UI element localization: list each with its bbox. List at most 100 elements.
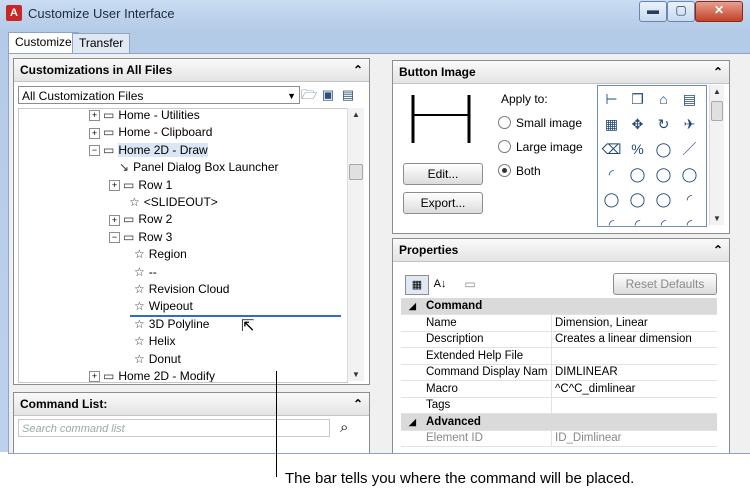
move-icon[interactable]: ✥ — [626, 113, 649, 136]
tree-item[interactable]: ☆ Region — [134, 246, 187, 263]
dimension-icon[interactable]: ⊢ — [600, 88, 623, 111]
tree-item[interactable]: ☆ Donut — [134, 351, 181, 368]
scroll-up-icon[interactable]: ▲ — [710, 87, 724, 96]
collapse-chevron-icon[interactable]: ⌃ — [353, 393, 363, 415]
array-icon[interactable]: ▦ — [600, 113, 623, 136]
alphabetical-sort-icon[interactable]: A↓ — [429, 275, 451, 293]
circle-icon[interactable]: ◯ — [678, 163, 701, 186]
property-row[interactable]: Macro ^C^C_dimlinear — [401, 380, 717, 398]
tree-scrollbar[interactable]: ▲ ▼ — [347, 108, 364, 381]
expand-icon[interactable]: + — [89, 371, 100, 382]
collapse-icon[interactable]: − — [109, 232, 120, 244]
circle-icon[interactable]: ◯ — [626, 163, 649, 186]
scroll-thumb[interactable] — [349, 164, 363, 180]
small-image-radio[interactable]: Small image — [498, 116, 582, 130]
property-name: Command — [426, 300, 483, 312]
camera-icon[interactable]: ⌂ — [652, 88, 675, 111]
close-button[interactable]: ✕ — [695, 1, 743, 22]
property-value[interactable]: ^C^C_dimlinear — [551, 380, 721, 397]
export-button[interactable]: Export... — [403, 192, 483, 214]
tree-item-label: Panel Dialog Box Launcher — [133, 160, 279, 175]
tree-item[interactable]: + ▭ Row 2 — [109, 211, 172, 228]
collapse-category-icon[interactable]: ◢ — [409, 298, 416, 314]
scroll-down-icon[interactable]: ▼ — [348, 370, 364, 379]
line-icon[interactable]: ／ — [678, 138, 701, 161]
expand-icon[interactable]: + — [89, 110, 100, 122]
plane-icon[interactable]: ✈ — [678, 113, 701, 136]
save-as-icon[interactable]: ▤ — [340, 87, 356, 103]
arc-icon[interactable]: ◜ — [652, 213, 675, 226]
layer-icon[interactable]: ▤ — [678, 88, 701, 111]
rotate-icon[interactable]: ↻ — [652, 113, 675, 136]
collapse-icon[interactable]: − — [89, 145, 100, 157]
collapse-chevron-icon[interactable]: ⌃ — [353, 59, 363, 81]
minimize-button[interactable]: ▬ — [639, 1, 667, 22]
tree-item[interactable]: − ▭ Home 2D - Draw — [89, 142, 208, 159]
arc-icon[interactable]: ◜ — [600, 213, 623, 226]
property-value[interactable]: ID_Dimlinear — [551, 430, 721, 446]
tree-item[interactable]: ☆ -- — [134, 264, 157, 281]
save-icon[interactable]: ▣ — [320, 87, 336, 103]
circle-icon[interactable]: ◯ — [600, 188, 623, 211]
both-radio[interactable]: Both — [498, 164, 541, 178]
collapse-category-icon[interactable]: ◢ — [409, 414, 416, 430]
scroll-thumb[interactable] — [711, 101, 723, 121]
expand-icon[interactable]: + — [109, 214, 120, 226]
tree-item[interactable]: − ▭ Row 3 — [109, 229, 172, 246]
tab-customize[interactable]: Customize — [8, 32, 79, 54]
expand-icon[interactable]: + — [89, 127, 100, 139]
tree-item[interactable]: ☆ Wipeout — [134, 298, 193, 315]
large-image-radio[interactable]: Large image — [498, 140, 583, 154]
property-row[interactable]: Element ID ID_Dimlinear — [401, 430, 717, 447]
scroll-up-icon[interactable]: ▲ — [348, 110, 364, 119]
tree-item[interactable]: + ▭ Row 1 — [109, 177, 172, 194]
image-grid-scrollbar[interactable]: ▲ ▼ — [709, 85, 724, 225]
circle-icon[interactable]: ◯ — [652, 163, 675, 186]
open-file-icon[interactable]: 🗁 — [301, 87, 317, 103]
tree-item[interactable]: + ▭ Home 2D - Modify — [89, 368, 215, 382]
property-pages-icon[interactable]: ▭ — [461, 275, 479, 293]
arc-icon[interactable]: ◜ — [678, 213, 701, 226]
property-row[interactable]: Description Creates a linear dimension — [401, 331, 717, 348]
property-value[interactable]: Dimension, Linear — [551, 314, 721, 331]
tree-item[interactable]: ☆ <SLIDEOUT> — [129, 194, 218, 211]
percent-icon[interactable]: % — [626, 138, 649, 161]
command-list-header: Command List: ⌃ — [14, 393, 369, 416]
block-icon[interactable]: ❒ — [626, 88, 649, 111]
property-value[interactable]: Creates a linear dimension — [551, 331, 721, 347]
tab-transfer[interactable]: Transfer — [72, 33, 131, 53]
property-row[interactable]: Command Display Name DIMLINEAR — [401, 364, 717, 381]
maximize-button[interactable]: ▢ — [667, 1, 695, 22]
tree-item[interactable]: ↘ Panel Dialog Box Launcher — [119, 159, 279, 176]
expand-icon[interactable]: + — [109, 179, 120, 191]
categorized-view-icon[interactable]: ▦ — [405, 275, 429, 295]
tree-item[interactable]: ☆ Helix — [134, 333, 175, 350]
property-value[interactable] — [551, 347, 721, 364]
edit-button[interactable]: Edit... — [403, 163, 483, 185]
scroll-down-icon[interactable]: ▼ — [710, 214, 724, 223]
tree-item[interactable]: ☆ 3D Polyline — [134, 316, 209, 333]
property-value[interactable]: DIMLINEAR — [551, 364, 721, 380]
circle-icon[interactable]: ◯ — [626, 188, 649, 211]
circle-icon[interactable]: ◯ — [652, 138, 675, 161]
arc-icon[interactable]: ◜ — [600, 163, 623, 186]
property-category[interactable]: ◢ Command — [401, 298, 717, 315]
property-row[interactable]: Tags — [401, 397, 717, 414]
tree-item[interactable]: + ▭ Home - Clipboard — [89, 124, 212, 141]
property-row[interactable]: Extended Help File — [401, 347, 717, 365]
arc-icon[interactable]: ◜ — [678, 188, 701, 211]
circle-icon[interactable]: ◯ — [652, 188, 675, 211]
erase-icon[interactable]: ⌫ — [600, 138, 623, 161]
tree-item[interactable]: + ▭ Home - Utilities — [89, 109, 200, 124]
collapse-chevron-icon[interactable]: ⌃ — [713, 239, 723, 261]
search-command-input[interactable]: Search command list — [18, 419, 330, 437]
tree-item[interactable]: ☆ Revision Cloud — [134, 281, 229, 298]
property-row[interactable]: Name Dimension, Linear — [401, 314, 717, 332]
property-value[interactable] — [551, 397, 721, 413]
search-icon[interactable]: ⌕ — [340, 419, 348, 436]
customization-files-dropdown[interactable]: All Customization Files ▼ — [18, 86, 300, 104]
arc-icon[interactable]: ◜ — [626, 213, 649, 226]
reset-defaults-button[interactable]: Reset Defaults — [613, 273, 717, 295]
property-category[interactable]: ◢ Advanced — [401, 413, 717, 431]
collapse-chevron-icon[interactable]: ⌃ — [713, 61, 723, 83]
